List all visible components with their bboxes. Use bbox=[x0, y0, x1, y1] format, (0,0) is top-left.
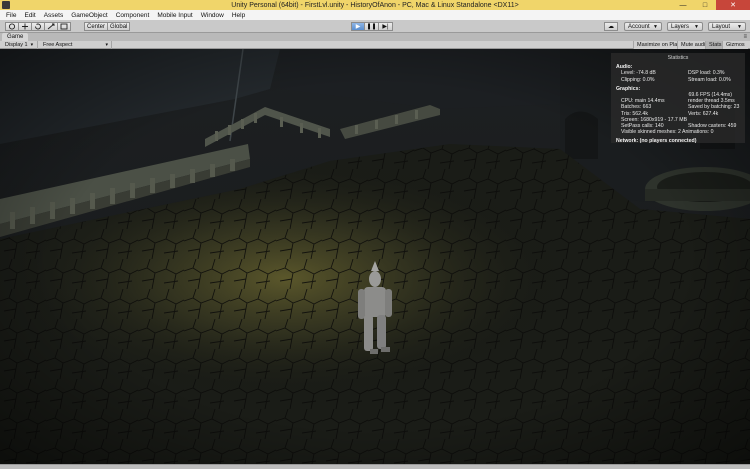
cloud-icon: ☁ bbox=[604, 22, 618, 31]
menu-edit[interactable]: Edit bbox=[20, 12, 39, 19]
unity-logo-icon bbox=[2, 1, 10, 9]
layout-label: Layout bbox=[712, 23, 731, 30]
chevron-down-icon: ▾ bbox=[30, 42, 34, 48]
minimize-button[interactable]: — bbox=[672, 0, 694, 10]
menu-bar: File Edit Assets GameObject Component Mo… bbox=[0, 10, 750, 20]
rect-tool-icon[interactable] bbox=[58, 22, 71, 31]
panel-tab-row: Game ≡ bbox=[0, 33, 750, 41]
stat-row: Clipping: 0.0% Stream load: 0.0% bbox=[616, 77, 740, 83]
pause-button[interactable]: ❚❚ bbox=[365, 22, 379, 31]
menu-window[interactable]: Window bbox=[197, 12, 228, 19]
statistics-title: Statistics bbox=[667, 55, 689, 61]
pivot-label: Center bbox=[87, 23, 106, 30]
main-toolbar: Center Global ▶ ❚❚ ▶| ☁ Account ▼ Layers ▼… bbox=[0, 20, 750, 33]
play-button[interactable]: ▶ bbox=[351, 22, 365, 31]
tab-game[interactable]: Game bbox=[2, 33, 29, 41]
maximize-on-play-toggle[interactable]: Maximize on Play bbox=[633, 41, 684, 49]
move-tool-icon[interactable] bbox=[19, 22, 32, 31]
stream-load: Stream load: 0.0% bbox=[688, 76, 731, 83]
audio-clipping: Clipping: 0.0% bbox=[621, 76, 655, 83]
menu-file[interactable]: File bbox=[2, 12, 20, 19]
layers-dropdown[interactable]: Layers ▼ bbox=[667, 22, 703, 31]
rotate-tool-icon[interactable] bbox=[32, 22, 45, 31]
menu-mobile-input[interactable]: Mobile Input bbox=[153, 12, 196, 19]
chevron-down-icon: ▼ bbox=[737, 23, 742, 30]
close-button[interactable]: ✕ bbox=[716, 0, 750, 10]
panel-menu-icon[interactable]: ≡ bbox=[743, 34, 747, 40]
transform-tools bbox=[5, 22, 71, 31]
aspect-label: Free Aspect bbox=[43, 42, 73, 48]
chevron-down-icon: ▼ bbox=[653, 23, 658, 30]
hand-tool-icon[interactable] bbox=[5, 22, 19, 31]
window-controls: — □ ✕ bbox=[672, 0, 750, 10]
chevron-down-icon: ▾ bbox=[105, 42, 108, 48]
maximize-button[interactable]: □ bbox=[694, 0, 716, 10]
pivot-controls: Center Global bbox=[84, 22, 131, 31]
visible-skinned-meshes: Visible skinned meshes: 2 Animations: 0 bbox=[621, 129, 714, 136]
layers-label: Layers bbox=[671, 23, 690, 30]
space-toggle[interactable]: Global bbox=[108, 22, 131, 31]
menu-assets[interactable]: Assets bbox=[40, 12, 68, 19]
aspect-dropdown[interactable]: Free Aspect ▾ bbox=[40, 41, 112, 49]
menu-gameobject[interactable]: GameObject bbox=[67, 12, 112, 19]
layout-dropdown[interactable]: Layout ▼ bbox=[708, 22, 746, 31]
gizmos-dropdown[interactable]: Gizmos bbox=[722, 41, 748, 49]
scale-tool-icon[interactable] bbox=[45, 22, 58, 31]
account-dropdown[interactable]: Account ▼ bbox=[624, 22, 662, 31]
status-bar bbox=[0, 464, 750, 469]
display-dropdown[interactable]: Display 1 ▾ bbox=[2, 41, 38, 49]
pivot-toggle[interactable]: Center bbox=[84, 22, 109, 31]
network-status: Network: (no players connected) bbox=[616, 138, 697, 145]
tab-game-label: Game bbox=[7, 34, 24, 40]
step-button[interactable]: ▶| bbox=[379, 22, 393, 31]
playback-controls: ▶ ❚❚ ▶| bbox=[351, 22, 393, 31]
cloud-button[interactable]: ☁ bbox=[604, 22, 618, 31]
account-label: Account bbox=[628, 23, 650, 30]
chevron-down-icon: ▼ bbox=[694, 23, 699, 30]
statistics-panel: Statistics Audio: Level: -74.8 dB DSP lo… bbox=[611, 53, 745, 145]
menu-component[interactable]: Component bbox=[112, 12, 154, 19]
window-title: Unity Personal (64bit) - FirstLvl.unity … bbox=[231, 1, 519, 9]
display-label: Display 1 bbox=[5, 42, 28, 48]
menu-help[interactable]: Help bbox=[228, 12, 249, 19]
game-view-toolbar: Display 1 ▾ Free Aspect ▾ Maximize on Play… bbox=[0, 41, 750, 49]
space-label: Global bbox=[110, 23, 128, 30]
window-title-bar: Unity Personal (64bit) - FirstLvl.unity … bbox=[0, 0, 750, 10]
